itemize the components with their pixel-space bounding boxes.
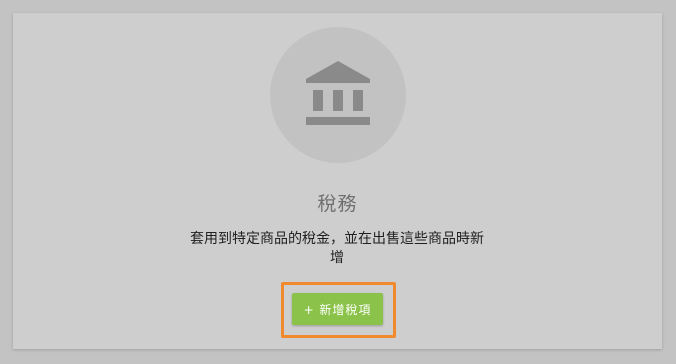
bank-icon xyxy=(306,61,370,125)
tax-empty-state-card: 稅務 套用到特定商品的稅金，並在出售這些商品時新增 + 新增稅項 xyxy=(13,13,662,349)
icon-circle xyxy=(270,27,406,163)
description-text: 套用到特定商品的稅金，並在出售這些商品時新增 xyxy=(190,231,484,266)
page-title: 稅務 xyxy=(317,193,358,215)
add-tax-button[interactable]: + 新增稅項 xyxy=(292,293,383,325)
